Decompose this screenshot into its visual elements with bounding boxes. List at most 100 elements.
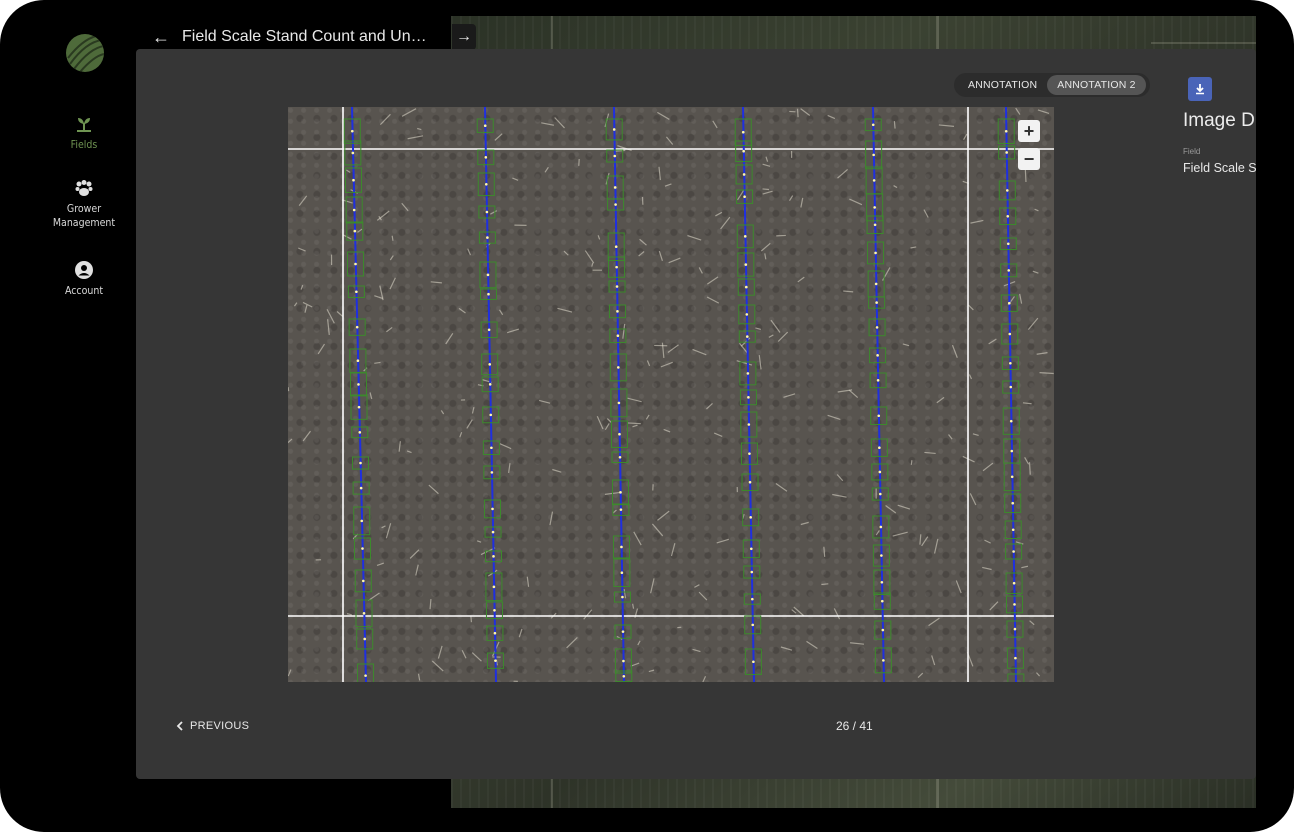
toggle-annotation-2[interactable]: ANNOTATION 2 [1047, 75, 1146, 95]
plant-point [617, 401, 621, 405]
plant-point [872, 179, 876, 182]
residue-mark [538, 399, 551, 404]
plant-point [744, 263, 748, 266]
residue-mark [928, 617, 940, 627]
plant-point [745, 335, 749, 338]
plant-point [876, 354, 879, 357]
residue-mark [632, 424, 638, 428]
plant-point [616, 310, 619, 313]
plant-point [618, 455, 622, 459]
plant-point [747, 396, 750, 399]
residue-mark [1027, 317, 1039, 330]
residue-mark [1022, 402, 1032, 405]
residue-mark [988, 338, 997, 345]
residue-mark [775, 483, 788, 492]
residue-mark [788, 195, 794, 202]
residue-mark [499, 443, 512, 450]
residue-mark [762, 163, 771, 167]
residue-mark [667, 344, 679, 353]
residue-mark [288, 438, 293, 444]
toggle-annotation[interactable]: ANNOTATION [958, 75, 1047, 95]
zoom-in-button[interactable]: + [1018, 120, 1040, 142]
residue-mark [692, 348, 707, 356]
residue-mark [968, 304, 974, 311]
residue-mark [1034, 208, 1039, 212]
residue-mark [302, 301, 313, 308]
residue-mark [917, 672, 924, 678]
residue-mark [638, 251, 645, 257]
residue-mark [663, 428, 671, 433]
residue-mark [897, 504, 911, 510]
plant-point [749, 547, 753, 551]
plant-point [1005, 151, 1008, 154]
residue-mark [833, 608, 841, 620]
residue-mark [972, 433, 979, 436]
plant-point [490, 471, 494, 474]
residue-mark [893, 121, 896, 129]
plant-point [487, 328, 491, 332]
plant-point [351, 151, 355, 155]
residue-mark [346, 613, 352, 616]
residue-mark [391, 235, 394, 241]
residue-mark [369, 392, 373, 400]
residue-mark [614, 149, 626, 152]
previous-button[interactable]: PREVIOUS [176, 720, 249, 732]
residue-mark [948, 434, 953, 440]
residue-mark [1028, 462, 1031, 475]
plant-point [879, 525, 883, 529]
arrow-right-icon[interactable]: → [452, 24, 476, 50]
annotated-image[interactable]: + − [288, 107, 1054, 682]
plant-point [1006, 242, 1010, 246]
residue-mark [389, 277, 396, 290]
residue-mark [713, 432, 723, 437]
plant-point [746, 372, 750, 375]
residue-mark [386, 326, 393, 333]
residue-mark [415, 564, 419, 576]
residue-mark [549, 511, 554, 526]
nav-item-fields[interactable]: Fields [16, 114, 152, 152]
arrow-left-icon[interactable]: ← [152, 27, 170, 48]
residue-mark [544, 166, 549, 173]
residue-mark [1039, 372, 1054, 375]
residue-mark [627, 397, 642, 403]
residue-mark [969, 493, 977, 506]
residue-mark [541, 122, 555, 126]
residue-mark [910, 460, 913, 465]
residue-mark [885, 505, 897, 514]
plant-point [880, 599, 884, 603]
zoom-out-button[interactable]: − [1018, 148, 1040, 170]
residue-mark [715, 211, 723, 217]
residue-mark [893, 185, 898, 189]
residue-mark [737, 189, 745, 201]
annotation-overlay [288, 107, 1054, 682]
residue-mark [637, 640, 641, 646]
plant-point [352, 208, 356, 212]
plant-point [1012, 581, 1016, 585]
nav-item-account[interactable]: Account [16, 260, 152, 298]
residue-mark [843, 290, 854, 293]
device-frame: Fields Grower Management Account ← Field… [0, 0, 1294, 832]
nav-item-grower-management[interactable]: Grower Management [16, 178, 152, 230]
residue-mark [437, 645, 443, 659]
residue-mark [984, 539, 991, 544]
residue-mark [584, 250, 595, 264]
annotation-toggle: ANNOTATION ANNOTATION 2 [954, 73, 1150, 97]
residue-mark [583, 609, 593, 620]
residue-mark [1036, 352, 1048, 355]
plant-point [1009, 419, 1013, 423]
residue-mark [1015, 107, 1021, 115]
residue-mark [919, 534, 922, 545]
residue-mark [440, 410, 445, 415]
page-header: ← Field Scale Stand Count and Un… [152, 24, 427, 50]
residue-mark [702, 675, 707, 682]
plant-point [874, 282, 878, 286]
residue-mark [650, 578, 655, 594]
plant-point [751, 597, 754, 601]
plant-point [484, 156, 488, 159]
account-icon [75, 261, 93, 279]
plant-point [485, 210, 489, 214]
download-button[interactable] [1188, 77, 1212, 101]
residue-mark [924, 451, 936, 455]
plant-point [614, 245, 618, 249]
residue-mark [379, 113, 391, 126]
